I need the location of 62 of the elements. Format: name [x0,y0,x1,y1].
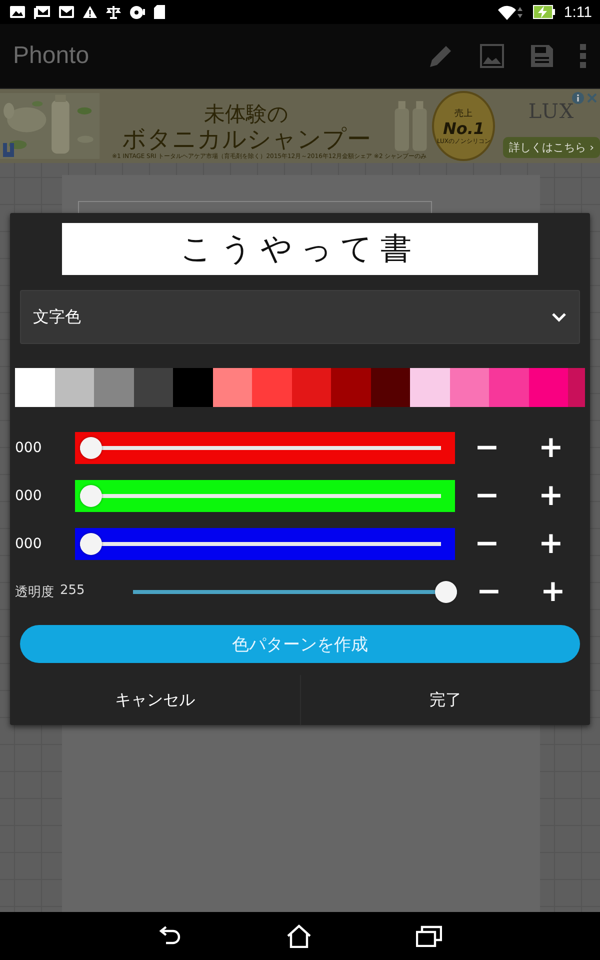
slider-thumb[interactable] [435,581,457,603]
image-icon [10,6,25,18]
details-button[interactable]: 詳しくはこちら › [503,136,600,158]
color-swatch[interactable] [15,368,54,407]
color-swatch[interactable] [410,368,450,407]
save-icon[interactable] [530,44,554,68]
menu-icon[interactable] [580,44,586,68]
dialog-button[interactable]: キャンセル [10,675,300,725]
chevron-icon [551,312,567,322]
channel-value: 000 [14,440,43,456]
medal-rank: No.1 [442,120,485,136]
mail-icon [34,6,50,18]
medal-text: 売上 [454,108,473,120]
text-preview: こうやって書 [62,223,538,275]
slider-thumb[interactable] [80,485,102,507]
pencil-icon[interactable] [428,43,454,69]
ad-headline: ボタニカルシャンプー [122,126,371,152]
dialog-button[interactable]: 完了 [300,675,590,725]
color-swatch[interactable] [489,368,528,407]
color-swatch[interactable] [568,368,585,407]
color-swatch[interactable] [94,368,134,407]
channel-value: 000 [14,536,43,552]
clock: 1:11 [564,4,592,20]
color-swatch[interactable] [54,368,94,407]
color-swatch[interactable] [252,368,292,407]
color-swatch[interactable] [173,368,212,407]
color-swatch[interactable] [134,368,173,407]
back-icon[interactable] [158,925,182,947]
ad-headline: 未体験の [204,102,289,126]
info-icon[interactable] [572,92,584,104]
decrease-button[interactable]: − [455,528,519,560]
app-title: Phonto [13,42,90,70]
color-swatch[interactable] [212,368,252,407]
slider-thumb[interactable] [80,437,102,459]
dropdown[interactable]: 文字色 [20,290,580,344]
image-icon[interactable] [480,44,504,68]
mail-icon [59,6,74,18]
color-swatch[interactable] [450,368,489,407]
disc-icon [130,6,145,18]
recent-apps-icon[interactable] [416,925,442,947]
home-icon[interactable] [286,924,312,948]
decrease-button[interactable]: − [455,432,519,464]
channel-value: 000 [14,488,43,504]
decrease-button[interactable]: − [455,480,519,512]
color-swatch[interactable] [370,368,410,407]
increase-button[interactable]: + [519,480,583,512]
increase-button[interactable]: + [519,432,583,464]
color-swatch[interactable] [528,368,568,407]
sd-card-icon [154,5,165,19]
slider-value: 255 [60,583,85,600]
slider-label: 透明度 [15,584,54,601]
warning-icon [83,6,97,18]
logo-icon [3,143,14,157]
wifi-icon [498,4,524,20]
color-swatch[interactable] [292,368,331,407]
decrease-button[interactable]: − [457,576,521,608]
increase-button[interactable]: + [521,576,585,608]
scales-icon [106,6,121,18]
color-swatch[interactable] [331,368,370,407]
increase-button[interactable]: + [519,528,583,560]
battery-icon [532,5,555,19]
slider-thumb[interactable] [80,533,102,555]
